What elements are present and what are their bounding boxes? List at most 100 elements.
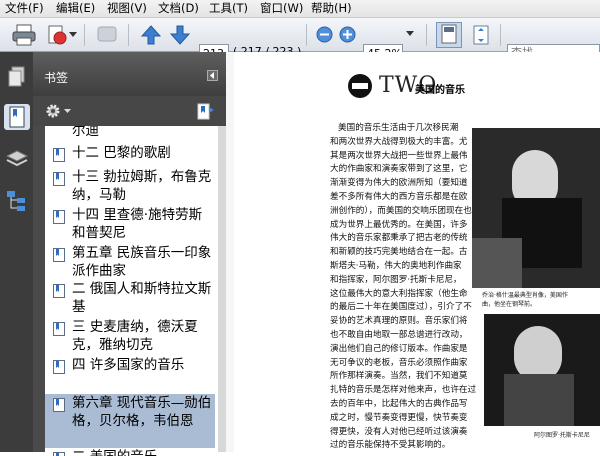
- text-line: 大的作曲家和演奏家带到了这里，它: [330, 163, 468, 177]
- bookmarks-header: 书签: [33, 52, 226, 96]
- bookmark-label: 十三 勃拉姆斯，布鲁克纳，马勒: [72, 168, 212, 204]
- previous-page-icon[interactable]: [141, 25, 161, 45]
- text-line: 去的百年中，比起伟大的古典作品写: [330, 398, 468, 412]
- create-pdf-icon[interactable]: [46, 24, 68, 46]
- bookmark-list: 尔迪十二 巴黎的歌剧十三 勃拉姆斯，布鲁克纳，马勒十四 里查德·施特劳斯和普契尼…: [45, 126, 238, 456]
- menu-edit[interactable]: 编辑(E): [56, 1, 95, 16]
- menu-file[interactable]: 文件(F): [5, 1, 44, 16]
- bookmark-label: 尔迪: [72, 126, 212, 140]
- bookmark-icon: [53, 398, 65, 412]
- text-line: 斯塔夫·马勒，伟大的奥地利作曲家: [330, 260, 462, 274]
- photo-caption: 阿尔图罗·托斯卡尼尼: [534, 432, 590, 440]
- text-line: 美国的音乐生活由于几次移民潮: [338, 122, 458, 136]
- text-line: 扎特的音乐是怎样对他来声，也许在过: [330, 384, 476, 398]
- bookmark-label: 二 俄国人和斯特拉文斯基: [72, 280, 212, 316]
- toolbar-divider: [500, 24, 501, 46]
- navigation-strip: [0, 52, 34, 452]
- text-line: 和两次世界大战得到极大的丰富。尤: [330, 136, 468, 150]
- photo-caption: 乔治·格什温最典型肖像，美国作: [482, 292, 568, 300]
- bookmark-icon: [53, 360, 65, 374]
- bookmark-icon: [53, 248, 65, 262]
- structure-icon[interactable]: [4, 188, 30, 214]
- pages-icon[interactable]: [4, 64, 30, 90]
- document-view[interactable]: TWO 美国的音乐 美国的音乐生活由于几次移民潮和两次世界大战得到极大的丰富。尤…: [226, 52, 600, 452]
- next-page-icon[interactable]: [170, 25, 190, 45]
- text-line: 这位最伟大的意大利指挥家（他生命: [330, 288, 468, 302]
- bookmark-label: 四 许多国家的音乐: [72, 356, 212, 374]
- menu-view[interactable]: 视图(V): [107, 1, 147, 16]
- bookmark-item[interactable]: 第六章 现代音乐—勋伯格，贝尔格，韦伯恩: [45, 394, 215, 448]
- bookmark-label: 三 史麦唐纳，德沃夏克，雅纳切克: [72, 318, 212, 354]
- bookmark-item[interactable]: 十四 里查德·施特劳斯和普契尼: [45, 206, 215, 242]
- bookmark-item[interactable]: 十二 巴黎的歌剧: [45, 144, 215, 162]
- text-line: 和新颖的技巧完美地结合在一起。古: [330, 246, 468, 260]
- text-line: 演出他们自己的修订版本。作曲家是: [330, 343, 468, 357]
- bookmark-item[interactable]: 十三 勃拉姆斯，布鲁克纳，马勒: [45, 168, 215, 204]
- text-line: 也不敢自由地取一部总谱进行改动，: [330, 329, 468, 343]
- bookmark-icon: [53, 284, 65, 298]
- chevron-down-icon[interactable]: [406, 31, 414, 37]
- text-line: 成之时，慢节奏变得更慢，快节奏变: [330, 412, 468, 426]
- bookmarks-toolbar: [33, 96, 226, 126]
- menu-help[interactable]: 帮助(H): [311, 1, 352, 16]
- bookmark-item[interactable]: 第五章 民族音乐一印象派作曲家: [45, 244, 215, 280]
- gear-icon[interactable]: [45, 103, 61, 119]
- bookmark-label: 第五章 民族音乐一印象派作曲家: [72, 244, 212, 280]
- fit-page-icon[interactable]: [469, 23, 493, 47]
- bookmark-icon: [53, 452, 65, 456]
- document-page: TWO 美国的音乐 美国的音乐生活由于几次移民潮和两次世界大战得到极大的丰富。尤…: [234, 52, 600, 452]
- text-line: 无可争议的老板，音乐必须照作曲家: [330, 357, 468, 371]
- text-line: 差不多所有伟大的西方音乐都是在欧: [330, 191, 468, 205]
- text-line: 所作那样演奏。当然，我们不知道莫: [330, 370, 468, 384]
- menu-tools[interactable]: 工具(T): [209, 1, 248, 16]
- bookmarks-panel: 书签 尔迪十二 巴黎的歌剧十三 勃拉姆斯，布鲁克纳，马勒十四 里查德·施特劳斯和…: [33, 52, 226, 452]
- text-line: 得更快，没有人对他已经听过该演奏: [330, 426, 468, 440]
- chevron-down-icon[interactable]: [64, 109, 71, 114]
- bookmark-icon: [53, 322, 65, 336]
- menu-bar: 文件(F) 编辑(E) 视图(V) 文档(D) 工具(T) 窗口(W) 帮助(H…: [0, 0, 600, 18]
- text-line: 渐渐变得为伟大的欧洲所知（要知道: [330, 177, 468, 191]
- toolbar-divider: [128, 24, 129, 46]
- toolbar-divider: [426, 24, 427, 46]
- text-line: 伟大的音乐家都秉承了把古老的传统: [330, 232, 468, 246]
- collapse-panel-icon[interactable]: [207, 70, 218, 81]
- text-line: 成为世界上最优秀的。在美国，许多: [330, 219, 468, 233]
- comment-icon: [96, 25, 120, 45]
- toolbar: 213 ( 217 / 223 ) 45.2%: [0, 18, 600, 52]
- bookmark-label: 十四 里查德·施特劳斯和普契尼: [72, 206, 212, 242]
- chapter-emblem-icon: [346, 72, 376, 102]
- bookmark-icon: [53, 210, 65, 224]
- text-line: 妥协的艺术真理的原则。音乐家们将: [330, 315, 468, 329]
- bookmark-icon: [53, 172, 65, 186]
- bookmark-label: 第六章 现代音乐—勋伯格，贝尔格，韦伯恩: [72, 394, 212, 430]
- fit-width-icon[interactable]: [436, 22, 462, 48]
- bookmark-label: 二 美国的音乐: [72, 448, 212, 456]
- panel-scrollbar[interactable]: [218, 126, 226, 452]
- bookmarks-icon[interactable]: [4, 104, 30, 130]
- photo-gershwin: [472, 128, 600, 288]
- bookmark-item[interactable]: 二 美国的音乐: [45, 448, 215, 456]
- bookmark-item[interactable]: 四 许多国家的音乐: [45, 356, 215, 392]
- toolbar-divider: [306, 24, 307, 46]
- bookmark-item[interactable]: 二 俄国人和斯特拉文斯基: [45, 280, 215, 316]
- toolbar-divider: [84, 24, 85, 46]
- bookmark-item[interactable]: 尔迪: [45, 126, 215, 140]
- bookmark-icon: [53, 148, 65, 162]
- print-icon[interactable]: [12, 24, 36, 46]
- zoom-out-icon[interactable]: [316, 26, 333, 43]
- menu-window[interactable]: 窗口(W): [260, 1, 303, 16]
- photo-toscanini: [484, 314, 600, 426]
- chevron-down-icon[interactable]: [69, 32, 77, 38]
- panel-title: 书签: [44, 69, 68, 86]
- layers-icon[interactable]: [4, 147, 30, 173]
- text-line: 过的音乐能保持不受其影响的。: [330, 439, 450, 453]
- photo-caption: 曲，他坐在钢琴前。: [482, 301, 536, 309]
- text-line: 的最后二十年在美国度过），引介了不: [330, 301, 472, 315]
- text-line: 和指挥家，阿尔图罗·托斯卡尼尼，: [330, 274, 462, 288]
- text-line: 其是两次世界大战把一些世界上最伟: [330, 150, 468, 164]
- text-line: 洲创作的），而美国的交响乐团现在也: [330, 205, 472, 219]
- new-bookmark-icon[interactable]: [195, 101, 215, 121]
- menu-document[interactable]: 文档(D): [158, 1, 199, 16]
- zoom-in-icon[interactable]: [339, 26, 356, 43]
- bookmark-item[interactable]: 三 史麦唐纳，德沃夏克，雅纳切克: [45, 318, 215, 354]
